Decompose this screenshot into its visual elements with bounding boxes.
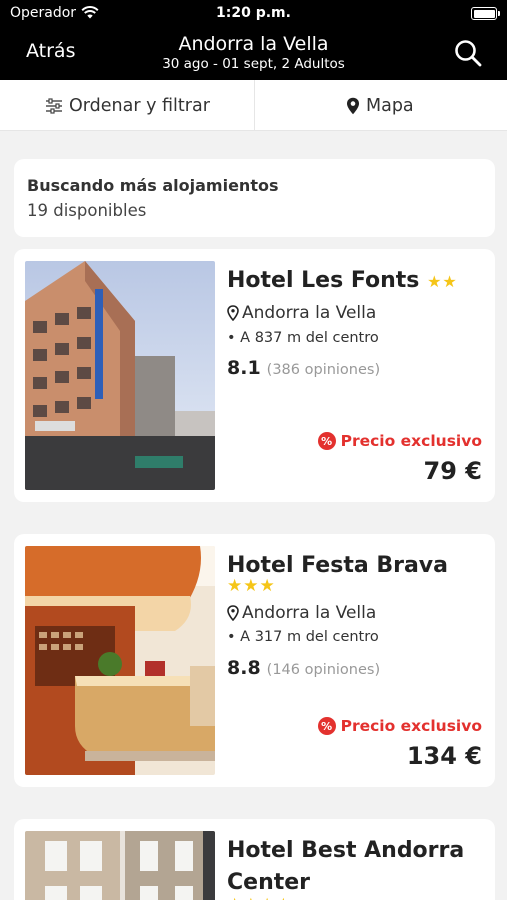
available-count: 19 disponibles xyxy=(27,201,147,220)
percent-icon: % xyxy=(317,432,336,450)
hotel-rating: 8.1 (386 opiniones) xyxy=(227,357,380,379)
hotel-distance: • A 837 m del centro xyxy=(227,330,379,346)
search-icon[interactable] xyxy=(452,37,484,69)
map-button[interactable]: Mapa xyxy=(346,80,414,131)
review-count: (146 opiniones) xyxy=(266,662,381,678)
hotel-rating: 8.8 (146 opiniones) xyxy=(227,657,380,679)
exclusive-price-badge: % Precio exclusivo xyxy=(317,717,482,735)
hotel-photo xyxy=(25,546,215,775)
hotel-location: Andorra la Vella xyxy=(227,303,376,323)
hotel-photo xyxy=(25,261,215,490)
rating-score: 8.1 xyxy=(227,357,261,379)
search-status-card: Buscando más alojamientos 19 disponibles xyxy=(14,159,495,237)
hotel-card[interactable]: Hotel Les Fonts ★★ Andorra la Vella • A … xyxy=(14,249,495,502)
hotel-price: 79 € xyxy=(423,457,482,485)
hotel-name: Hotel Les Fonts ★★ xyxy=(227,268,458,293)
rating-score: 8.8 xyxy=(227,657,261,679)
filter-bar: Ordenar y filtrar Mapa xyxy=(0,80,507,131)
status-time: 1:20 p.m. xyxy=(216,5,291,21)
map-label: Mapa xyxy=(366,95,414,116)
star-rating: ★★★ xyxy=(227,576,276,596)
location-pin-icon xyxy=(227,305,239,321)
review-count: (386 opiniones) xyxy=(266,362,381,378)
sort-filter-button[interactable]: Ordenar y filtrar xyxy=(45,80,210,131)
star-rating: ★★ xyxy=(427,272,458,291)
percent-icon: % xyxy=(317,717,336,735)
exclusive-price-badge: % Precio exclusivo xyxy=(317,432,482,450)
hotel-name: Hotel Best Andorra Center xyxy=(227,838,465,895)
hotel-price: 134 € xyxy=(406,742,482,770)
hotel-card[interactable]: Hotel Best Andorra Center ★★★★ xyxy=(14,819,495,900)
top-header: Operador 1:20 p.m. Atrás Andorra la Vell… xyxy=(0,0,507,80)
page-title: Andorra la Vella xyxy=(178,33,329,55)
page-subtitle: 30 ago - 01 sept, 2 Adultos xyxy=(162,56,345,72)
hotel-distance: • A 317 m del centro xyxy=(227,629,379,645)
hotel-location: Andorra la Vella xyxy=(227,603,376,623)
hotel-photo xyxy=(25,831,215,900)
hotel-card[interactable]: Hotel Festa Brava ★★★ Andorra la Vella •… xyxy=(14,534,495,787)
status-bar: Operador 1:20 p.m. xyxy=(0,0,507,28)
location-pin-icon xyxy=(227,605,239,621)
battery-icon xyxy=(471,7,500,20)
map-pin-icon xyxy=(347,97,359,114)
sliders-icon xyxy=(46,97,62,114)
filter-divider xyxy=(254,80,255,131)
sort-filter-label: Ordenar y filtrar xyxy=(69,95,210,116)
star-rating: ★★★★ xyxy=(227,895,292,900)
search-status-title: Buscando más alojamientos xyxy=(27,176,279,195)
